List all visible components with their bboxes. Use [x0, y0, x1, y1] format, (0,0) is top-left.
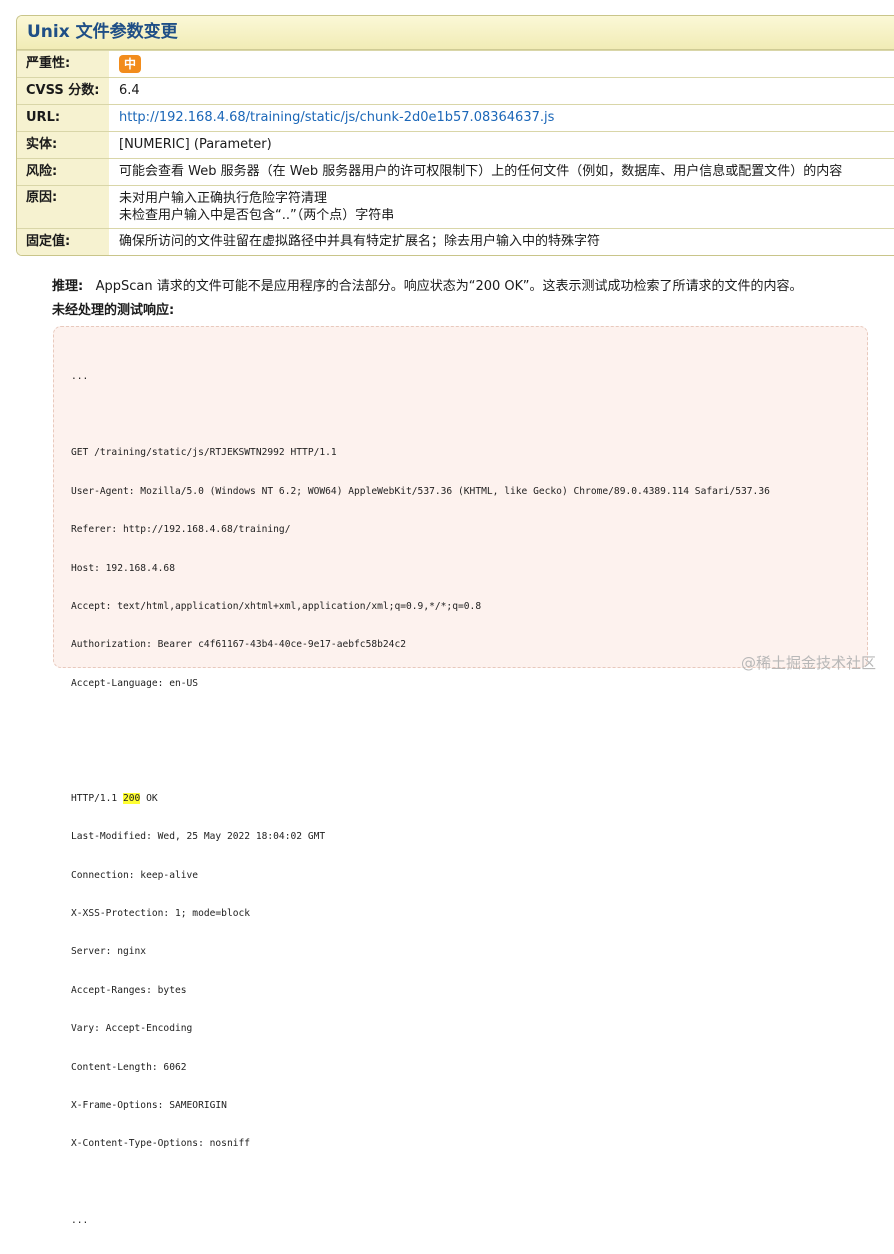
- code-line: Host: 192.168.4.68: [71, 562, 175, 574]
- reasoning-label: 推理:: [52, 279, 84, 294]
- code-line: ...: [71, 370, 89, 382]
- code-line: ...: [71, 1215, 89, 1227]
- severity-row: 严重性: 中: [17, 50, 894, 77]
- reasoning-paragraph: 推理: AppScan 请求的文件可能不是应用程序的合法部分。响应状态为“200…: [52, 278, 882, 296]
- reasoning-text: AppScan 请求的文件可能不是应用程序的合法部分。响应状态为“200 OK”…: [95, 279, 803, 294]
- severity-label: 严重性:: [17, 51, 109, 77]
- fix-row: 固定值: 确保所访问的文件驻留在虚拟路径中并具有特定扩展名；除去用户输入中的特殊…: [17, 228, 894, 255]
- url-link[interactable]: http://192.168.4.68/training/static/js/c…: [119, 110, 554, 125]
- code-line: Connection: keep-alive: [71, 869, 199, 881]
- code-line: X-Frame-Options: SAMEORIGIN: [71, 1100, 227, 1112]
- issue-title: Unix 文件参数变更: [17, 16, 894, 50]
- code-line: Server: nginx: [71, 946, 147, 958]
- raw-response-code: ... GET /training/static/js/RTJEKSWTN299…: [71, 345, 770, 1254]
- cvss-row: CVSS 分数: 6.4: [17, 77, 894, 104]
- risk-row: 风险: 可能会查看 Web 服务器（在 Web 服务器用户的许可权限制下）上的任…: [17, 158, 894, 185]
- severity-badge: 中: [119, 54, 142, 73]
- code-line: Content-Length: 6062: [71, 1061, 187, 1073]
- url-label: URL:: [17, 105, 109, 131]
- raw-response-box: ... GET /training/static/js/RTJEKSWTN299…: [53, 326, 868, 1226]
- code-line: User-Agent: Mozilla/5.0 (Windows NT 6.2;…: [71, 485, 770, 497]
- fix-value: 确保所访问的文件驻留在虚拟路径中并具有特定扩展名；除去用户输入中的特殊字符: [109, 229, 894, 255]
- code-line: Last-Modified: Wed, 25 May 2022 18:04:02…: [71, 831, 326, 843]
- code-line: Vary: Accept-Encoding: [71, 1023, 193, 1035]
- cause-line-2: 未检查用户输入中是否包含“..”（两个点）字符串: [119, 208, 395, 223]
- cause-label: 原因:: [17, 186, 109, 228]
- entity-label: 实体:: [17, 132, 109, 158]
- fix-label: 固定值:: [17, 229, 109, 255]
- risk-label: 风险:: [17, 159, 109, 185]
- code-line: Referer: http://192.168.4.68/training/: [71, 524, 291, 536]
- cvss-label: CVSS 分数:: [17, 78, 109, 104]
- issue-card: Unix 文件参数变更 严重性: 中 CVSS 分数: 6.4 URL: htt…: [16, 15, 894, 256]
- entity-value: [NUMERIC] (Parameter): [109, 132, 894, 158]
- code-line: GET /training/static/js/RTJEKSWTN2992 HT…: [71, 447, 337, 459]
- code-line: X-XSS-Protection: 1; mode=block: [71, 908, 251, 920]
- raw-response-label: 未经处理的测试响应:: [52, 303, 175, 318]
- cause-row: 原因: 未对用户输入正确执行危险字符清理 未检查用户输入中是否包含“..”（两个…: [17, 185, 894, 228]
- status-code-highlight: 200: [122, 792, 141, 804]
- code-line: Accept-Ranges: bytes: [71, 984, 187, 996]
- watermark: @稀土掘金技术社区: [740, 654, 876, 672]
- url-row: URL: http://192.168.4.68/training/static…: [17, 104, 894, 131]
- code-line: X-Content-Type-Options: nosniff: [71, 1138, 251, 1150]
- status-prefix: HTTP/1.1: [71, 792, 123, 804]
- code-line: Accept-Language: en-US: [71, 677, 199, 689]
- entity-row: 实体: [NUMERIC] (Parameter): [17, 131, 894, 158]
- risk-value: 可能会查看 Web 服务器（在 Web 服务器用户的许可权限制下）上的任何文件（…: [109, 159, 894, 185]
- status-suffix: OK: [140, 792, 158, 804]
- code-line: Authorization: Bearer c4f61167-43b4-40ce…: [71, 639, 407, 651]
- cvss-value: 6.4: [109, 78, 894, 104]
- code-line: Accept: text/html,application/xhtml+xml,…: [71, 600, 482, 612]
- cause-line-1: 未对用户输入正确执行危险字符清理: [119, 191, 328, 206]
- status-line: HTTP/1.1 200 OK: [71, 792, 770, 806]
